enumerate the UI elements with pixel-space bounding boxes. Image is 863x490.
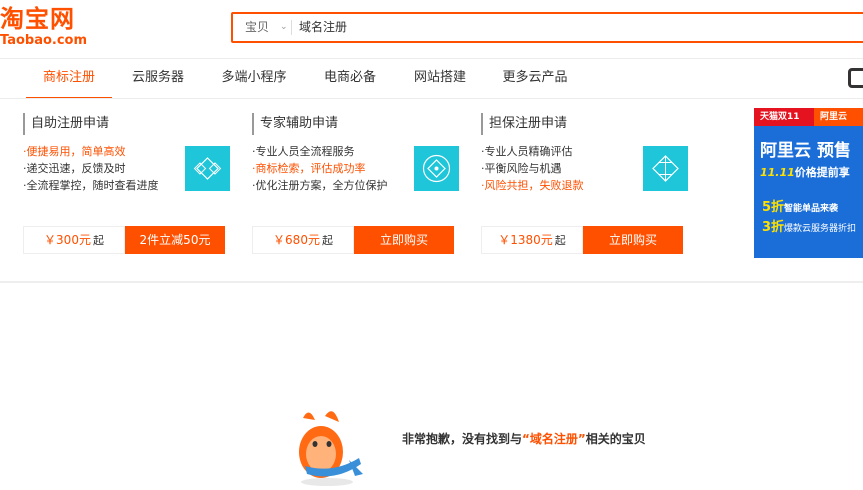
card-feature: 全流程掌控，随时查看进度 [23,179,173,192]
search-separator [291,20,292,35]
logo-text-en: Taobao.com [0,33,88,48]
card-feature: 便捷易用，简单高效 [23,145,173,158]
banner-subline: 11.11价格提前享 [760,166,850,179]
circle-diamond-icon [414,146,459,191]
card-feature: 优化注册方案，全方位保护 [252,179,402,192]
banner-headline: 阿里云 预售 [760,141,851,161]
no-results-text-end: 相关的宝贝 [585,432,646,446]
price-suffix: 起 [92,234,104,247]
aliyun-badge: 阿里云 [814,108,863,126]
tab-ecommerce[interactable]: 电商必备 [312,59,388,99]
card-feature: 平衡风险与机遇 [481,162,631,175]
card-feature: 风险共担，失败退款 [481,179,631,192]
promo-banner[interactable]: 天猫双11 阿里云 阿里云 预售 11.11价格提前享 5折智能单品来袭 3折爆… [754,108,863,258]
taobao-logo[interactable]: 淘宝网 Taobao.com [0,5,100,53]
search-keyword: “域名注册” [522,432,586,446]
tab-website[interactable]: 网站搭建 [402,59,478,99]
price-value: ￥1380元 [498,233,553,247]
search-input[interactable] [299,14,799,41]
tab-cloud-server[interactable]: 云服务器 [120,59,196,99]
service-card-guarantee: 担保注册申请 专业人员精确评估 平衡风险与机遇 风险共担，失败退款 ￥1380元… [481,113,691,258]
tab-mini-program[interactable]: 多端小程序 [210,59,298,99]
card-feature: 专业人员精确评估 [481,145,631,158]
search-bar: 宝贝 ⌄ [231,12,863,43]
service-card-self: 自助注册申请 便捷易用，简单高效 递交迅速，反馈及时 全流程掌控，随时查看进度 … [23,113,233,258]
tab-more-cloud[interactable]: 更多云产品 [492,59,578,99]
card-title: 自助注册申请 [23,113,109,135]
tabs-divider [0,98,863,99]
product-tabs: 商标注册 云服务器 多端小程序 电商必备 网站搭建 更多云产品 [0,59,863,99]
taobao-mascot-illustration [285,404,367,486]
tmall-badge: 天猫双11 [760,112,800,122]
no-results-message: 非常抱歉，没有找到与“域名注册”相关的宝贝 [402,430,646,448]
price-suffix: 起 [321,234,333,247]
price-box: ￥1380元起 [481,226,583,254]
banner-offer: 5折智能单品来袭 [762,200,839,215]
network-icon [643,146,688,191]
chevron-down-icon: ⌄ [280,22,288,32]
diamond-icon [185,146,230,191]
price-value: ￥680元 [273,233,320,247]
price-suffix: 起 [554,234,566,247]
no-results-text: 非常抱歉，没有找到与 [402,432,523,446]
card-feature: 专业人员全流程服务 [252,145,402,158]
card-title: 担保注册申请 [481,113,567,135]
price-box: ￥680元起 [252,226,354,254]
price-box: ￥300元起 [23,226,125,254]
price-value: ￥300元 [44,233,91,247]
cart-icon[interactable] [848,68,863,88]
logo-text-cn: 淘宝网 [0,5,75,33]
banner-offer: 3折爆款云服务器折扣 [762,220,857,235]
card-feature: 商标检索，评估成功率 [252,162,402,175]
buy-button[interactable]: 2件立减50元 [125,226,225,254]
search-category-select[interactable]: 宝贝 ⌄ [233,14,291,41]
card-feature: 递交迅速，反馈及时 [23,162,173,175]
section-divider [0,281,863,283]
card-title: 专家辅助申请 [252,113,338,135]
tab-trademark[interactable]: 商标注册 [26,59,112,99]
banner-header: 天猫双11 阿里云 [754,108,863,126]
buy-button[interactable]: 立即购买 [354,226,454,254]
search-category-label: 宝贝 [245,20,270,34]
service-card-expert: 专家辅助申请 专业人员全流程服务 商标检索，评估成功率 优化注册方案，全方位保护… [252,113,462,258]
buy-button[interactable]: 立即购买 [583,226,683,254]
